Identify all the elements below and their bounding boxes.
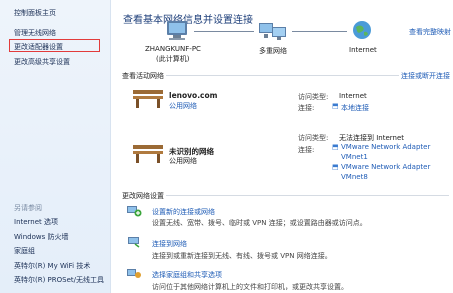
active-networks-header: 查看活动网络 (122, 72, 164, 80)
sidebar-item-my-wifi[interactable]: 英特尔(R) My WiFi 技术 (14, 261, 90, 271)
network-1-access-label: 访问类型: (298, 93, 329, 101)
network-1-type-link[interactable]: 公用网络 (169, 101, 197, 111)
network-1-conn-link[interactable]: 本地连接 (341, 103, 369, 113)
settings-header: 更改网络设置 (122, 192, 164, 200)
network-2-conn-link-2b[interactable]: VMnet8 (341, 173, 368, 181)
network-2-access-label: 访问类型: (298, 134, 329, 142)
task-setup-connection-desc: 设置无线、宽带、拨号、临时或 VPN 连接；或设置路由器或访问点。 (152, 219, 367, 227)
computer-name: ZHANGKUNF-PC (145, 45, 201, 53)
main-panel: 查看基本网络信息并设置连接 查看完整映射 ZHANGKUNF-PC (此计算机)… (112, 0, 453, 293)
setup-connection-icon (127, 206, 142, 217)
bench-icon (133, 145, 163, 163)
network-2-conn-link-1b[interactable]: VMnet1 (341, 153, 368, 161)
network-2-type: 公用网络 (169, 157, 197, 165)
connect-network-icon (128, 237, 140, 248)
network-1-access-value: Internet (339, 92, 367, 100)
map-line (292, 31, 347, 32)
network-2-conn-link-1[interactable]: VMware Network Adapter (341, 143, 430, 151)
network-1-name: lenovo.com (169, 91, 218, 100)
divider (166, 75, 399, 76)
multiple-networks-icon (259, 23, 286, 40)
connect-disconnect-link[interactable]: 连接或断开连接 (401, 71, 450, 81)
computer-icon (167, 21, 187, 40)
map-line (194, 31, 254, 32)
adapter-icon: ⬒ (332, 143, 339, 151)
task-homegroup-link[interactable]: 选择家庭组和共享选项 (152, 270, 222, 280)
task-connect-network-desc: 连接到或重新连接到无线、有线、拨号或 VPN 网络连接。 (152, 252, 332, 260)
task-setup-connection-link[interactable]: 设置新的连接或网络 (152, 207, 215, 217)
sidebar-item-internet-options[interactable]: Internet 选项 (14, 217, 58, 227)
sidebar-item-control-panel-home[interactable]: 控制面板主页 (14, 8, 56, 18)
sidebar-item-firewall[interactable]: Windows 防火墙 (14, 232, 68, 242)
sidebar-item-manage-wireless[interactable]: 管理无线网络 (14, 28, 56, 38)
full-map-link[interactable]: 查看完整映射 (409, 27, 451, 37)
task-homegroup-desc: 访问位于其他网络计算机上的文件和打印机，或更改共享设置。 (152, 283, 348, 291)
sidebar: 控制面板主页 管理无线网络 更改适配器设置 更改高级共享设置 另请参阅 Inte… (0, 0, 111, 293)
internet-globe-icon (353, 21, 371, 39)
network-2-conn-label: 连接: (298, 146, 315, 154)
sidebar-item-proset[interactable]: 英特尔(R) PROSet/无线工具 (14, 275, 104, 285)
internet-label: Internet (349, 46, 377, 54)
bench-icon (133, 90, 163, 108)
sidebar-item-change-adapter[interactable]: 更改适配器设置 (14, 42, 63, 52)
see-also-label: 另请参阅 (14, 204, 42, 212)
network-2-access-value: 无法连接到 Internet (339, 134, 405, 142)
adapter-icon: ⬒ (332, 163, 339, 171)
task-connect-network-link[interactable]: 连接到网络 (152, 239, 187, 249)
adapter-icon: ⬒ (332, 102, 339, 110)
network-1-conn-label: 连接: (298, 104, 315, 112)
sidebar-item-advanced-sharing[interactable]: 更改高级共享设置 (14, 57, 70, 67)
homegroup-icon (127, 269, 141, 278)
network-2-conn-link-2[interactable]: VMware Network Adapter (341, 163, 430, 171)
sidebar-item-homegroup[interactable]: 家庭组 (14, 246, 35, 256)
divider (166, 195, 449, 196)
network-label: 多重网络 (259, 47, 287, 55)
computer-sub: (此计算机) (156, 55, 190, 63)
